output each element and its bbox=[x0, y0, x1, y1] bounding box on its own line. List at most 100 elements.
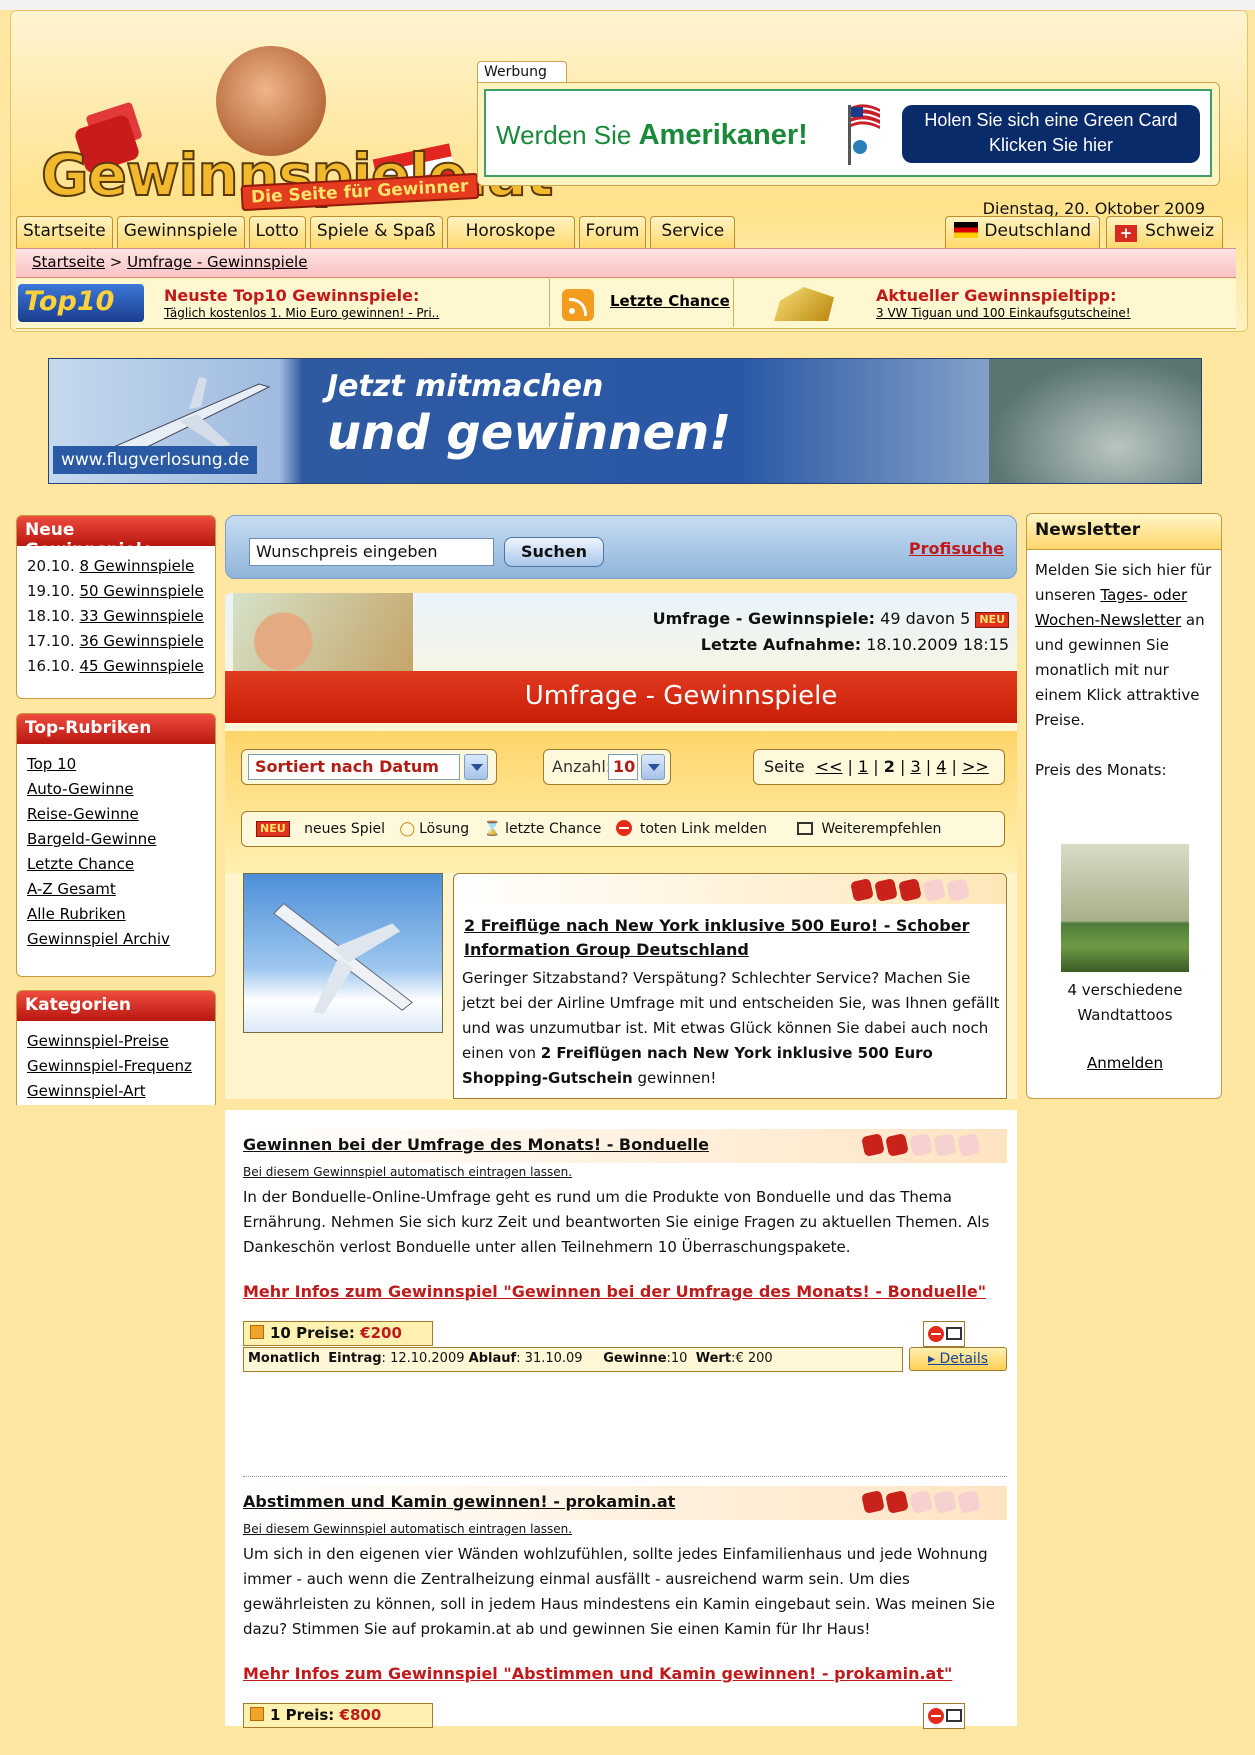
greencard-ad[interactable]: Werden Sie Amerikaner! Holen Sie sich ei… bbox=[484, 89, 1212, 177]
item-link[interactable]: 45 Gewinnspiele bbox=[80, 657, 204, 675]
rating-dice bbox=[861, 1490, 981, 1514]
item-link[interactable]: 33 Gewinnspiele bbox=[80, 607, 204, 625]
tab-lotto[interactable]: Lotto bbox=[248, 216, 306, 248]
entry-title[interactable]: Gewinnen bei der Umfrage des Monats! - B… bbox=[243, 1135, 709, 1154]
item-date: 18.10. bbox=[27, 607, 75, 625]
rubrik-link[interactable]: Auto-Gewinne bbox=[27, 777, 205, 802]
list-item: Gewinnen bei der Umfrage des Monats! - B… bbox=[243, 1129, 1007, 1373]
item-date: 17.10. bbox=[27, 632, 75, 650]
new-badge-icon: NEU bbox=[975, 612, 1009, 628]
search-button[interactable]: Suchen bbox=[504, 537, 604, 567]
kategorie-link[interactable]: Gewinnspiel-Frequenz bbox=[27, 1054, 205, 1079]
details-button[interactable]: ▸ Details bbox=[909, 1347, 1007, 1371]
breadcrumb-current[interactable]: Umfrage - Gewinnspiele bbox=[127, 253, 307, 271]
newsletter-text: Melden Sie sich hier für unseren Tages- … bbox=[1027, 550, 1221, 791]
page-2-current: 2 bbox=[883, 757, 895, 776]
tab-spiele-spass[interactable]: Spiele & Spaß bbox=[309, 216, 443, 248]
legend-weiter: Weiterempfehlen bbox=[821, 821, 942, 837]
kategorie-link[interactable]: Gewinnspiel-Preise bbox=[27, 1029, 205, 1054]
entry-actions bbox=[923, 1703, 965, 1729]
rubrik-link[interactable]: Alle Rubriken bbox=[27, 902, 205, 927]
more-info-link[interactable]: Mehr Infos zum Gewinnspiel "Gewinnen bei… bbox=[243, 1282, 1007, 1301]
featured-entry: 2 Freiflüge nach New York inklusive 500 … bbox=[225, 873, 1017, 1099]
rubrik-link[interactable]: Top 10 bbox=[27, 752, 205, 777]
dice-icon bbox=[885, 1133, 909, 1157]
anzahl-select[interactable]: Anzahl: 10 bbox=[543, 749, 671, 785]
item-link[interactable]: 8 Gewinnspiele bbox=[80, 557, 195, 575]
list-item: 16.10. 45 Gewinnspiele bbox=[27, 654, 205, 679]
rubrik-link[interactable]: Bargeld-Gewinne bbox=[27, 827, 205, 852]
ticker-top10-link[interactable]: Täglich kostenlos 1. Mio Euro gewinnen! … bbox=[164, 306, 439, 320]
sort-select[interactable]: Sortiert nach Datum bbox=[241, 749, 497, 785]
neue-gewinnspiele-box: Neue Gewinnspiele 20.10. 8 Gewinnspiele … bbox=[16, 515, 216, 699]
tab-service[interactable]: Service bbox=[650, 216, 736, 248]
last-line: Letzte Aufnahme: 18.10.2009 18:15 bbox=[701, 635, 1009, 654]
breadcrumb-separator: > bbox=[104, 253, 128, 271]
swiss-flag-icon: + bbox=[1115, 225, 1138, 242]
mail-forward-icon[interactable] bbox=[946, 1327, 962, 1340]
legend-neu: neues Spiel bbox=[304, 821, 385, 837]
tab-horoskope[interactable]: Horoskope bbox=[446, 216, 575, 248]
page-first[interactable]: << bbox=[816, 757, 843, 776]
divider bbox=[243, 1476, 1007, 1477]
letzte-chance-link[interactable]: Letzte Chance bbox=[610, 292, 730, 310]
tab-schweiz[interactable]: + Schweiz bbox=[1106, 216, 1223, 248]
breadcrumb-bar: Startseite > Umfrage - Gewinnspiele bbox=[16, 248, 1236, 278]
country-nav: Deutschland + Schweiz bbox=[945, 216, 1223, 248]
top10-logo[interactable]: Top10 bbox=[18, 284, 144, 322]
item-date: 20.10. bbox=[27, 557, 75, 575]
page-4[interactable]: 4 bbox=[936, 757, 946, 776]
report-link-icon[interactable] bbox=[928, 1326, 944, 1342]
rubrik-link[interactable]: Reise-Gewinne bbox=[27, 802, 205, 827]
tab-forum[interactable]: Forum bbox=[578, 216, 647, 248]
search-input[interactable]: Wunschpreis eingeben bbox=[249, 538, 494, 566]
auto-enter-link[interactable]: Bei diesem Gewinnspiel automatisch eintr… bbox=[243, 1165, 1007, 1179]
tab-startseite[interactable]: Startseite bbox=[16, 216, 113, 248]
featured-airplane-image[interactable] bbox=[243, 873, 443, 1033]
more-info-link[interactable]: Mehr Infos zum Gewinnspiel "Abstimmen un… bbox=[243, 1664, 1007, 1683]
rubrik-link[interactable]: Letzte Chance bbox=[27, 852, 205, 877]
anmelden-link[interactable]: Anmelden bbox=[1027, 1054, 1223, 1072]
dice-icon bbox=[922, 878, 946, 902]
page-last[interactable]: >> bbox=[962, 757, 989, 776]
ad-cta-line2: Klicken Sie hier bbox=[988, 135, 1114, 155]
item-link[interactable]: 36 Gewinnspiele bbox=[80, 632, 204, 650]
gewinne-value: 10 bbox=[670, 1351, 688, 1366]
item-date: 19.10. bbox=[27, 582, 75, 600]
ad-cta[interactable]: Holen Sie sich eine Green Card Klicken S… bbox=[902, 105, 1200, 163]
dice-icon bbox=[861, 1490, 885, 1514]
breadcrumb-home[interactable]: Startseite bbox=[32, 253, 105, 271]
preis-image[interactable] bbox=[1061, 844, 1189, 972]
entry-title[interactable]: Abstimmen und Kamin gewinnen! - prokamin… bbox=[243, 1492, 675, 1511]
kategorien-box: Kategorien Gewinnspiel-Preise Gewinnspie… bbox=[16, 990, 216, 1105]
banner-line2: und gewinnen! bbox=[327, 405, 732, 461]
main-nav: Startseite Gewinnspiele Lotto Spiele & S… bbox=[16, 216, 736, 248]
page-3[interactable]: 3 bbox=[910, 757, 920, 776]
list-item: 18.10. 33 Gewinnspiele bbox=[27, 604, 205, 629]
rss-icon[interactable] bbox=[562, 289, 594, 321]
dice-icon bbox=[885, 1490, 909, 1514]
tab-deutschland[interactable]: Deutschland bbox=[945, 216, 1101, 248]
legend-letzte: letzte Chance bbox=[505, 821, 602, 837]
kategorie-link[interactable]: Gewinnspiel-Art bbox=[27, 1079, 205, 1104]
tab-gewinnspiele[interactable]: Gewinnspiele bbox=[116, 216, 245, 248]
section-header: Umfrage - Gewinnspiele: 49 davon 5 NEU L… bbox=[225, 593, 1017, 731]
item-link[interactable]: 50 Gewinnspiele bbox=[80, 582, 204, 600]
featured-title[interactable]: 2 Freiflüge nach New York inklusive 500 … bbox=[464, 914, 984, 962]
box-title: Top-Rubriken bbox=[17, 714, 215, 744]
flugverlosung-banner[interactable]: www.flugverlosung.de Jetzt mitmachen und… bbox=[48, 358, 1202, 484]
item-date: 16.10. bbox=[27, 657, 75, 675]
profisuche-link[interactable]: Profisuche bbox=[909, 539, 1004, 558]
ablauf-label: Ablauf bbox=[468, 1351, 517, 1366]
divider bbox=[549, 279, 550, 327]
ticker-tipp-link[interactable]: 3 VW Tiguan und 100 Einkaufsgutscheine! bbox=[876, 306, 1131, 320]
report-link-icon[interactable] bbox=[928, 1708, 944, 1724]
anzahl-value: 10 bbox=[608, 754, 638, 780]
page-1[interactable]: 1 bbox=[858, 757, 868, 776]
mail-forward-icon[interactable] bbox=[946, 1709, 962, 1722]
auto-enter-link[interactable]: Bei diesem Gewinnspiel automatisch eintr… bbox=[243, 1522, 1007, 1536]
prize-row: 1 Preis: €800 bbox=[243, 1703, 1007, 1755]
rubrik-link[interactable]: A-Z Gesamt bbox=[27, 877, 205, 902]
legend-bar: NEU neues Spiel ◯ Lösung ⌛ letzte Chance t… bbox=[241, 811, 1005, 847]
rubrik-link[interactable]: Gewinnspiel Archiv bbox=[27, 927, 205, 952]
